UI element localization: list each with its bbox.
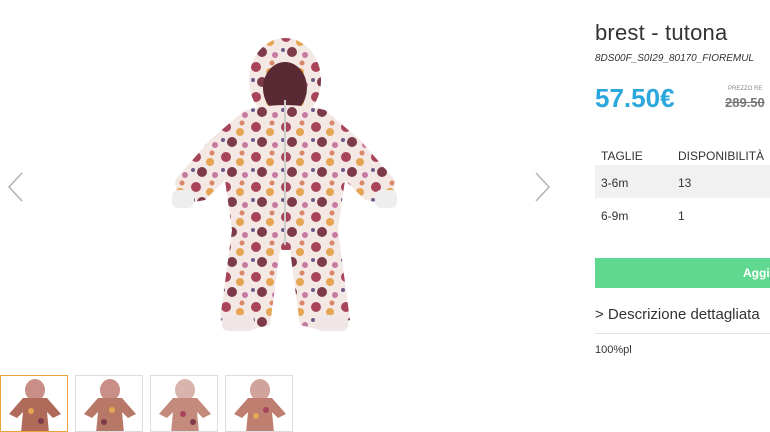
product-gallery [0, 0, 560, 365]
size-availability: 13 [678, 176, 692, 190]
divider [595, 333, 770, 334]
thumbnail-2[interactable] [75, 375, 143, 432]
retail-price-label: PREZZO RE [728, 86, 763, 92]
size-availability: 1 [678, 209, 685, 223]
sizes-table-header: TAGLIE DISPONIBILITÀ [595, 141, 770, 165]
header-availability: DISPONIBILITÀ [678, 149, 765, 163]
product-main-image [172, 38, 397, 331]
size-label: 6-9m [601, 209, 629, 223]
thumbnail-3[interactable] [150, 375, 218, 432]
thumbnail-4[interactable] [225, 375, 293, 432]
thumbnail-1[interactable] [0, 375, 68, 432]
product-price: 57.50€ [595, 83, 675, 113]
add-to-cart-label: Aggi [743, 266, 770, 280]
chevron-right-icon[interactable] [532, 170, 552, 204]
size-row[interactable]: 3-6m 13 [595, 165, 770, 198]
product-sku: 8DS00F_S0I29_80170_FIOREMUL [595, 53, 754, 64]
size-label: 3-6m [601, 176, 629, 190]
chevron-left-icon[interactable] [6, 170, 26, 204]
product-title: brest - tutona [595, 20, 728, 45]
size-row[interactable]: 6-9m 1 [595, 198, 770, 231]
thumbnail-strip [0, 375, 300, 432]
add-to-cart-button[interactable]: Aggi [595, 258, 770, 288]
description-toggle[interactable]: > Descrizione dettagliata [595, 306, 760, 323]
sizes-table: TAGLIE DISPONIBILITÀ 3-6m 13 6-9m 1 [595, 141, 770, 231]
product-info: brest - tutona 8DS00F_S0I29_80170_FIOREM… [595, 0, 770, 432]
retail-price: 289.50 [725, 95, 765, 110]
header-size: TAGLIE [601, 149, 643, 163]
material-text: 100%pl [595, 344, 632, 356]
